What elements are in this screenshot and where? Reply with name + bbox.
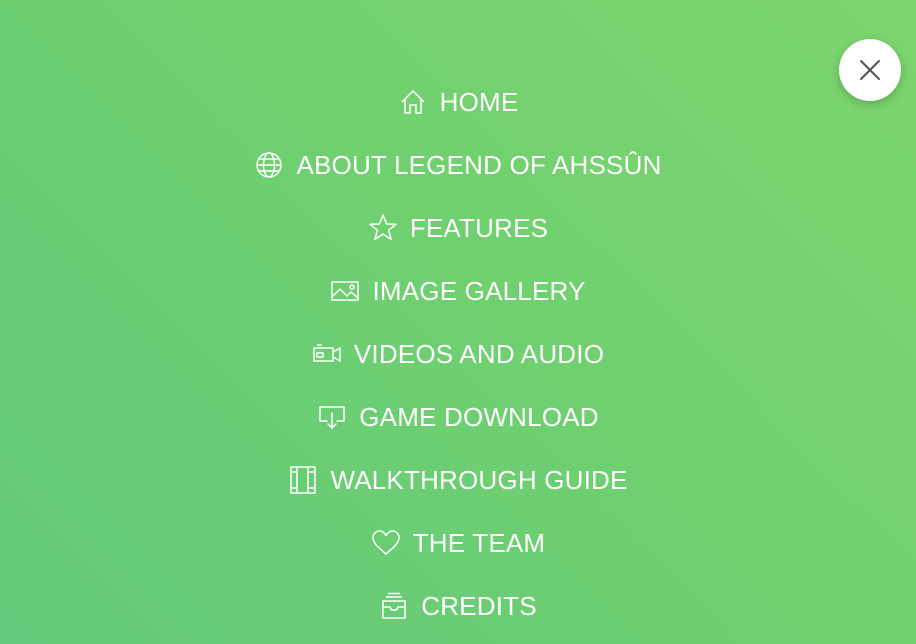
- nav-item-the-team[interactable]: THE TEAM: [0, 511, 916, 574]
- nav-item-about[interactable]: ABOUT LEGEND OF AHSSÛN: [0, 133, 916, 196]
- nav-item-label: HOME: [439, 86, 519, 117]
- nav-item-features[interactable]: FEATURES: [0, 196, 916, 259]
- star-icon: [368, 213, 398, 243]
- nav-item-videos-audio[interactable]: VIDEOS AND AUDIO: [0, 322, 916, 385]
- image-icon: [330, 276, 360, 306]
- nav-item-label: VIDEOS AND AUDIO: [353, 338, 605, 369]
- nav-item-home[interactable]: HOME: [0, 70, 916, 133]
- home-icon: [398, 87, 428, 117]
- globe-icon: [254, 150, 284, 180]
- nav-item-label: FEATURES: [409, 212, 549, 243]
- nav-item-label: IMAGE GALLERY: [372, 275, 586, 306]
- video-camera-icon: [312, 339, 342, 369]
- nav-item-label: WALKTHROUGH GUIDE: [330, 464, 628, 495]
- book-icon: [288, 465, 318, 495]
- nav-item-label: THE TEAM: [412, 527, 546, 558]
- navigation-menu: HOME ABOUT LEGEND OF AHSSÛN FEATURES IMA…: [0, 70, 916, 637]
- nav-item-label: GAME DOWNLOAD: [359, 401, 599, 432]
- nav-item-walkthrough-guide[interactable]: WALKTHROUGH GUIDE: [0, 448, 916, 511]
- nav-item-label: ABOUT LEGEND OF AHSSÛN: [296, 149, 662, 180]
- archive-tray-icon: [379, 591, 409, 621]
- nav-item-game-download[interactable]: GAME DOWNLOAD: [0, 385, 916, 448]
- download-icon: [317, 402, 347, 432]
- nav-item-credits[interactable]: CREDITS: [0, 574, 916, 637]
- nav-item-label: CREDITS: [421, 590, 537, 621]
- nav-item-image-gallery[interactable]: IMAGE GALLERY: [0, 259, 916, 322]
- navigation-overlay: HOME ABOUT LEGEND OF AHSSÛN FEATURES IMA…: [0, 0, 916, 644]
- heart-icon: [371, 528, 401, 558]
